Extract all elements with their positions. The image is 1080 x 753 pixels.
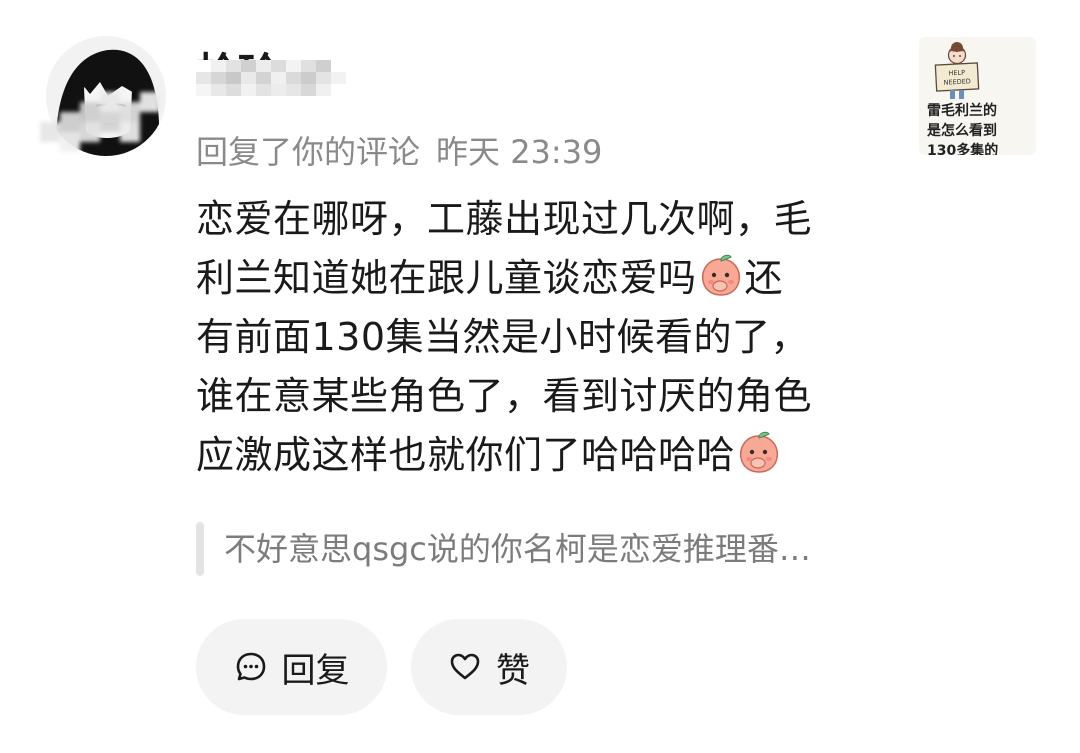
avatar-mosaic	[40, 92, 180, 152]
username-mosaic	[196, 60, 346, 96]
reply-button[interactable]: 回复	[196, 619, 387, 715]
comment-line: 谁在意某些角色了，看到讨厌的角色	[196, 374, 813, 418]
comment-line: 有前面130集当然是小时候看的了，	[196, 315, 810, 359]
comment-line-text: 利兰知道她在跟儿童谈恋爱吗	[196, 256, 697, 300]
reply-label: 回复	[281, 650, 350, 691]
like-button[interactable]: 赞	[411, 619, 567, 715]
username-area[interactable]: 柃玲	[196, 46, 356, 102]
sign-text-line-2: NEEDED	[943, 77, 971, 86]
timestamp: 昨天 23:39	[436, 133, 603, 171]
thumbnail-caption-line: 是怎么看到	[927, 123, 997, 139]
comment-line: 恋爱在哪呀，工藤出现过几次啊，毛	[196, 197, 813, 241]
quoted-comment[interactable]: 不好意思qsgc说的你名柯是恋爱推理番…	[196, 522, 896, 576]
comment-meta: 回复了你的评论 昨天 23:39	[196, 130, 602, 174]
comment-bubble-icon	[236, 652, 265, 681]
thumbnail-caption-line: 130多集的	[927, 143, 999, 155]
comment-body: 恋爱在哪呀，工藤出现过几次啊，毛 利兰知道她在跟儿童谈恋爱吗 还 有前面130集当…	[196, 190, 886, 485]
thumbnail-caption-line: 雷毛利兰的	[927, 103, 997, 119]
comment-line-text: 应激成这样也就你们了哈哈哈哈	[196, 433, 736, 477]
comment-line: 利兰知道她在跟儿童谈恋爱吗 还	[196, 249, 886, 308]
quoted-text[interactable]: 不好意思qsgc说的你名柯是恋爱推理番…	[224, 528, 811, 570]
sign-text-line-1: HELP	[948, 69, 965, 78]
girl-holding-sign-illustration: HELP NEEDED	[934, 42, 980, 99]
original-post-thumbnail[interactable]: HELP NEEDED 雷毛利兰的 是怎么看到 130多集的	[919, 37, 1036, 155]
comment-line: 应激成这样也就你们了哈哈哈哈	[196, 426, 886, 485]
thumbnail-caption: 雷毛利兰的 是怎么看到 130多集的	[927, 101, 1033, 155]
like-label: 赞	[496, 650, 530, 691]
peach-emoji-icon	[699, 253, 743, 297]
action-text: 回复了你的评论	[196, 133, 421, 171]
heart-outline-icon	[450, 653, 480, 680]
comment-line-text: 还	[744, 256, 784, 300]
peach-emoji-icon	[737, 430, 781, 474]
quote-bar	[196, 522, 204, 576]
